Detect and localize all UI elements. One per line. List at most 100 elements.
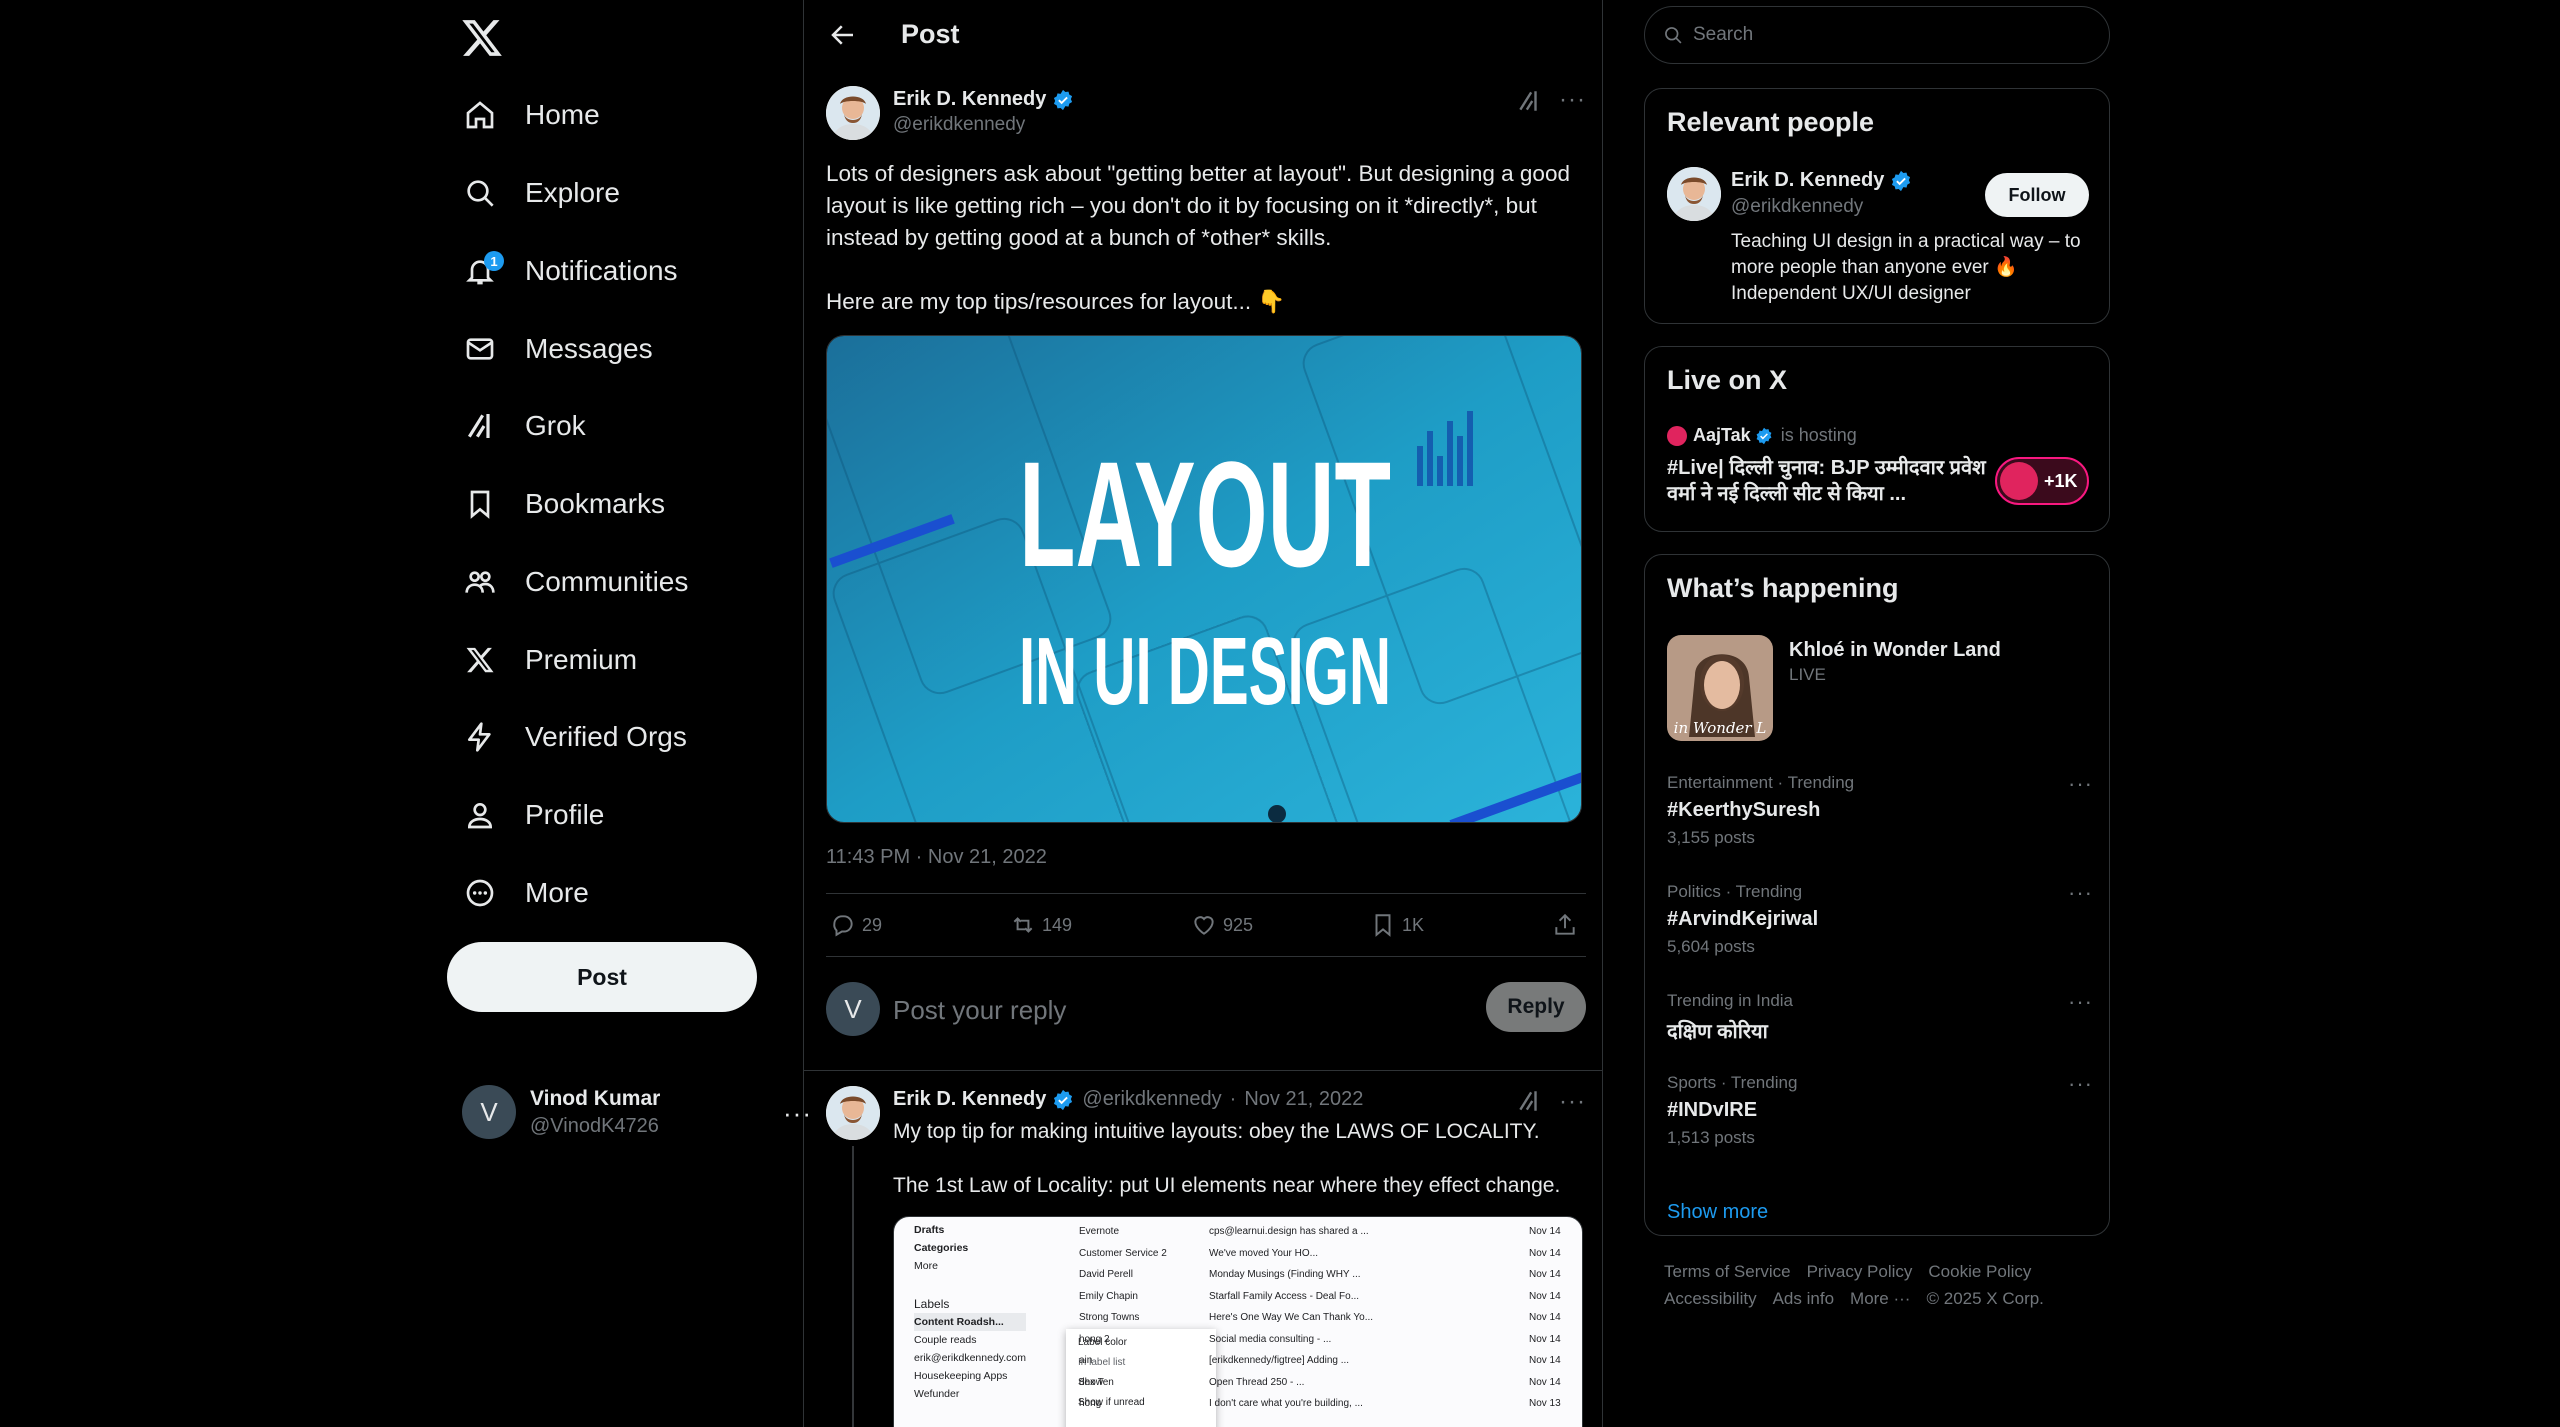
trend-title: #INDvIRE <box>1667 1099 1758 1121</box>
thread-reply[interactable]: Erik D. Kennedy @erikdkennedy · Nov 21, … <box>826 1086 1586 1427</box>
bookmark-icon <box>460 484 500 524</box>
bookmark-icon <box>1375 914 1391 937</box>
reply-input[interactable] <box>893 990 1453 1030</box>
more-icon[interactable]: ··· <box>2068 771 2093 797</box>
post-image[interactable]: LAYOUT IN UI DESIGN <box>826 335 1582 823</box>
footer-link[interactable]: Accessibility <box>1664 1289 1757 1308</box>
communities-icon <box>460 562 500 602</box>
footer-link[interactable]: Privacy Policy <box>1807 1262 1913 1281</box>
reply-image[interactable]: Drafts Categories More Labels Content Ro… <box>893 1216 1583 1427</box>
nav-bookmarks[interactable]: Bookmarks <box>460 478 665 530</box>
footer-link[interactable]: More ··· <box>1850 1289 1910 1308</box>
grok-icon[interactable] <box>1516 1088 1544 1116</box>
gmail-sender: dex Ten <box>1079 1376 1114 1388</box>
account-switcher[interactable]: V Vinod Kumar @VinodK4726 ··· <box>462 1082 812 1142</box>
reply-button[interactable]: Reply <box>1486 982 1586 1032</box>
post-timestamp[interactable]: 11:43 PM · Nov 21, 2022 <box>826 846 1047 869</box>
footer-link[interactable]: Cookie Policy <box>1928 1262 2031 1281</box>
gmail-subject: cps@learnui.design has shared a ... <box>1209 1226 1369 1237</box>
avatar: V <box>462 1085 516 1139</box>
gmail-subject: Here's One Way We Can Thank Yo... <box>1209 1312 1374 1323</box>
avatar[interactable] <box>826 1086 880 1140</box>
trend-item[interactable]: Sports · Trending #INDvIRE 1,513 posts ·… <box>1667 1071 2092 1148</box>
whats-happening-card: What’s happening in Wonder L Khloé in Wo… <box>1644 554 2110 1236</box>
reply-action[interactable]: 29 <box>830 912 882 938</box>
gmail-date: Nov 14 <box>1529 1290 1561 1302</box>
footer-link[interactable]: Ads info <box>1773 1289 1834 1308</box>
gmail-date: Nov 14 <box>1529 1376 1561 1388</box>
reply-icon <box>833 915 853 937</box>
featured-image[interactable]: in Wonder L <box>1667 635 1773 741</box>
grok-icon[interactable] <box>1516 88 1544 116</box>
gmail-sidebar-item: Categories <box>914 1242 969 1254</box>
back-arrow-icon[interactable] <box>828 20 858 50</box>
gmail-date: Nov 14 <box>1529 1355 1561 1366</box>
nav-premium[interactable]: Premium <box>460 634 637 686</box>
featured-title[interactable]: Khloé in Wonder Land <box>1789 639 2001 662</box>
live-listeners-pill[interactable]: +1K <box>1995 457 2089 505</box>
gmail-date: Nov 14 <box>1529 1247 1561 1259</box>
nav-communities[interactable]: Communities <box>460 556 688 608</box>
reply-author-handle[interactable]: @erikdkennedy <box>1082 1088 1221 1111</box>
nav-home[interactable]: Home <box>460 89 600 141</box>
trend-item[interactable]: Politics · Trending #ArvindKejriwal 5,60… <box>1667 880 2092 957</box>
nav-explore[interactable]: Explore <box>460 167 620 219</box>
reply-date[interactable]: Nov 21, 2022 <box>1244 1088 1363 1111</box>
avatar[interactable] <box>826 86 880 140</box>
live-title: #Live| दिल्ली चुनाव: BJP उम्मीदवार प्रवे… <box>1667 457 1992 505</box>
trend-context: Entertainment · Trending <box>1667 773 1855 792</box>
relevant-name[interactable]: Erik D. Kennedy <box>1731 169 1884 192</box>
gmail-date: Nov 13 <box>1529 1398 1561 1409</box>
author-handle[interactable]: @erikdkennedy <box>893 114 1025 136</box>
reply-count: 29 <box>862 914 883 935</box>
nav-premium-label: Premium <box>525 644 638 675</box>
gmail-sender: Emily Chapin <box>1079 1290 1138 1302</box>
more-icon[interactable]: ··· <box>1559 1088 1586 1116</box>
nav-communities-label: Communities <box>525 566 689 597</box>
x-logo-icon[interactable] <box>460 16 504 60</box>
trend-title: दक्षिण कोरिया <box>1667 1021 1768 1043</box>
nav-more[interactable]: More <box>460 867 589 919</box>
nav-notifications[interactable]: 1 Notifications <box>460 245 678 297</box>
more-icon[interactable]: ··· <box>2068 880 2093 906</box>
trend-item[interactable]: Entertainment · Trending #KeerthySuresh … <box>1667 771 2092 848</box>
post-button[interactable]: Post <box>447 942 757 1012</box>
trend-item[interactable]: Trending in India दक्षिण कोरिया ··· <box>1667 989 2092 1044</box>
gmail-date: Nov 14 <box>1529 1269 1561 1280</box>
footer-link[interactable]: Terms of Service <box>1664 1262 1791 1281</box>
gmail-sender: Customer Service 2 <box>1079 1247 1167 1259</box>
card-title: Relevant people <box>1667 107 1875 137</box>
live-on-x-card[interactable]: Live on X AajTak is hosting #Live| दिल्ल… <box>1644 346 2110 532</box>
trend-count: 5,604 posts <box>1667 937 1755 956</box>
trend-count: 1,513 posts <box>1667 1128 1755 1147</box>
nav-profile[interactable]: Profile <box>460 789 604 841</box>
live-status: is hosting <box>1780 425 1857 445</box>
show-more-link[interactable]: Show more <box>1667 1201 1768 1224</box>
bookmark-count: 1K <box>1402 914 1425 935</box>
avatar[interactable] <box>1667 167 1721 221</box>
bookmark-action[interactable]: 1K <box>1370 912 1424 938</box>
share-action[interactable] <box>1552 912 1584 938</box>
nav-grok[interactable]: Grok <box>460 400 586 452</box>
more-icon[interactable]: ··· <box>2068 989 2093 1015</box>
search-input[interactable] <box>1693 24 2073 46</box>
verified-badge-icon <box>1755 427 1773 445</box>
card-title: Live on X <box>1667 365 1788 395</box>
search-bar[interactable] <box>1644 6 2110 64</box>
author-name[interactable]: Erik D. Kennedy <box>893 88 1046 111</box>
page-title: Post <box>901 19 960 49</box>
relevant-handle[interactable]: @erikdkennedy <box>1731 196 1863 218</box>
repost-action[interactable]: 149 <box>1010 912 1072 938</box>
gmail-sender: Evernote <box>1079 1226 1120 1237</box>
gmail-date: Nov 14 <box>1529 1312 1561 1323</box>
nav-messages[interactable]: Messages <box>460 323 653 375</box>
more-icon[interactable]: ··· <box>2068 1071 2093 1097</box>
gmail-subject: Starfall Family Access - Deal Fo... <box>1209 1290 1360 1302</box>
reply-author-name[interactable]: Erik D. Kennedy <box>893 1088 1046 1111</box>
gmail-sidebar-item: erik@erikdkennedy.com <box>914 1352 1027 1364</box>
nav-verified-orgs[interactable]: Verified Orgs <box>460 711 687 763</box>
more-icon[interactable]: ··· <box>1559 86 1586 114</box>
follow-button[interactable]: Follow <box>1985 173 2089 217</box>
thread-line <box>852 1146 854 1427</box>
like-action[interactable]: 925 <box>1191 912 1253 938</box>
